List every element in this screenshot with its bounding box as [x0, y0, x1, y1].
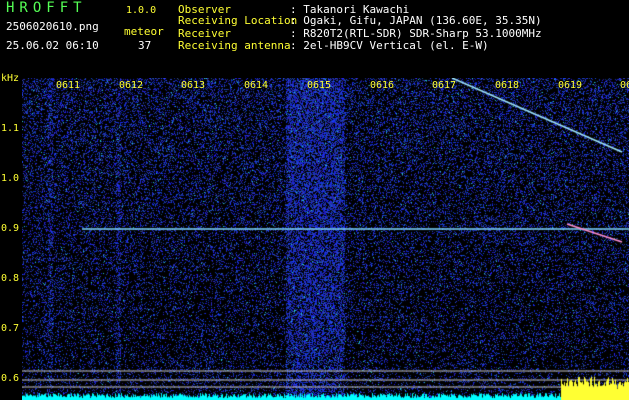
x-tick-label: 0611	[56, 80, 81, 91]
y-tick-label: 0.9	[1, 223, 20, 234]
x-tick-label: 0615	[307, 80, 332, 91]
x-tick-label: 0617	[432, 80, 457, 91]
x-tick-label: 0614	[244, 80, 269, 91]
meteor-label: meteor	[124, 25, 164, 38]
y-tick-label: 0.7	[1, 323, 20, 334]
y-axis-unit: kHz	[1, 73, 20, 84]
app-version: 1.0.0	[126, 5, 157, 16]
antenna-value: : 2el-HB9CV Vertical (el. E-W)	[290, 39, 489, 52]
x-tick-label: 0616	[370, 80, 395, 91]
x-tick-label: 0613	[181, 80, 206, 91]
x-tick-label: 0620	[620, 80, 629, 91]
app-title: HROFFT	[6, 0, 87, 16]
x-tick-label: 0612	[119, 80, 144, 91]
y-tick-label: 0.8	[1, 273, 20, 284]
spectrogram	[22, 78, 629, 400]
y-tick-label: 0.6	[1, 373, 20, 384]
y-tick-label: 1.1	[1, 123, 20, 134]
date-time: 25.06.02 06:10	[6, 39, 99, 52]
file-name: 2506020610.png	[6, 20, 99, 33]
antenna-label: Receiving antenna	[178, 39, 291, 52]
x-tick-label: 0618	[495, 80, 520, 91]
meteor-count: 37	[138, 39, 152, 52]
x-tick-label: 0619	[558, 80, 583, 91]
y-tick-label: 1.0	[1, 173, 20, 184]
location-value: : Ogaki, Gifu, JAPAN (136.60E, 35.35N)	[290, 14, 542, 27]
location-label: Receiving Location	[178, 14, 298, 27]
hrofft-screen: HROFFT 1.0.0 2506020610.png meteor 25.06…	[0, 0, 629, 400]
